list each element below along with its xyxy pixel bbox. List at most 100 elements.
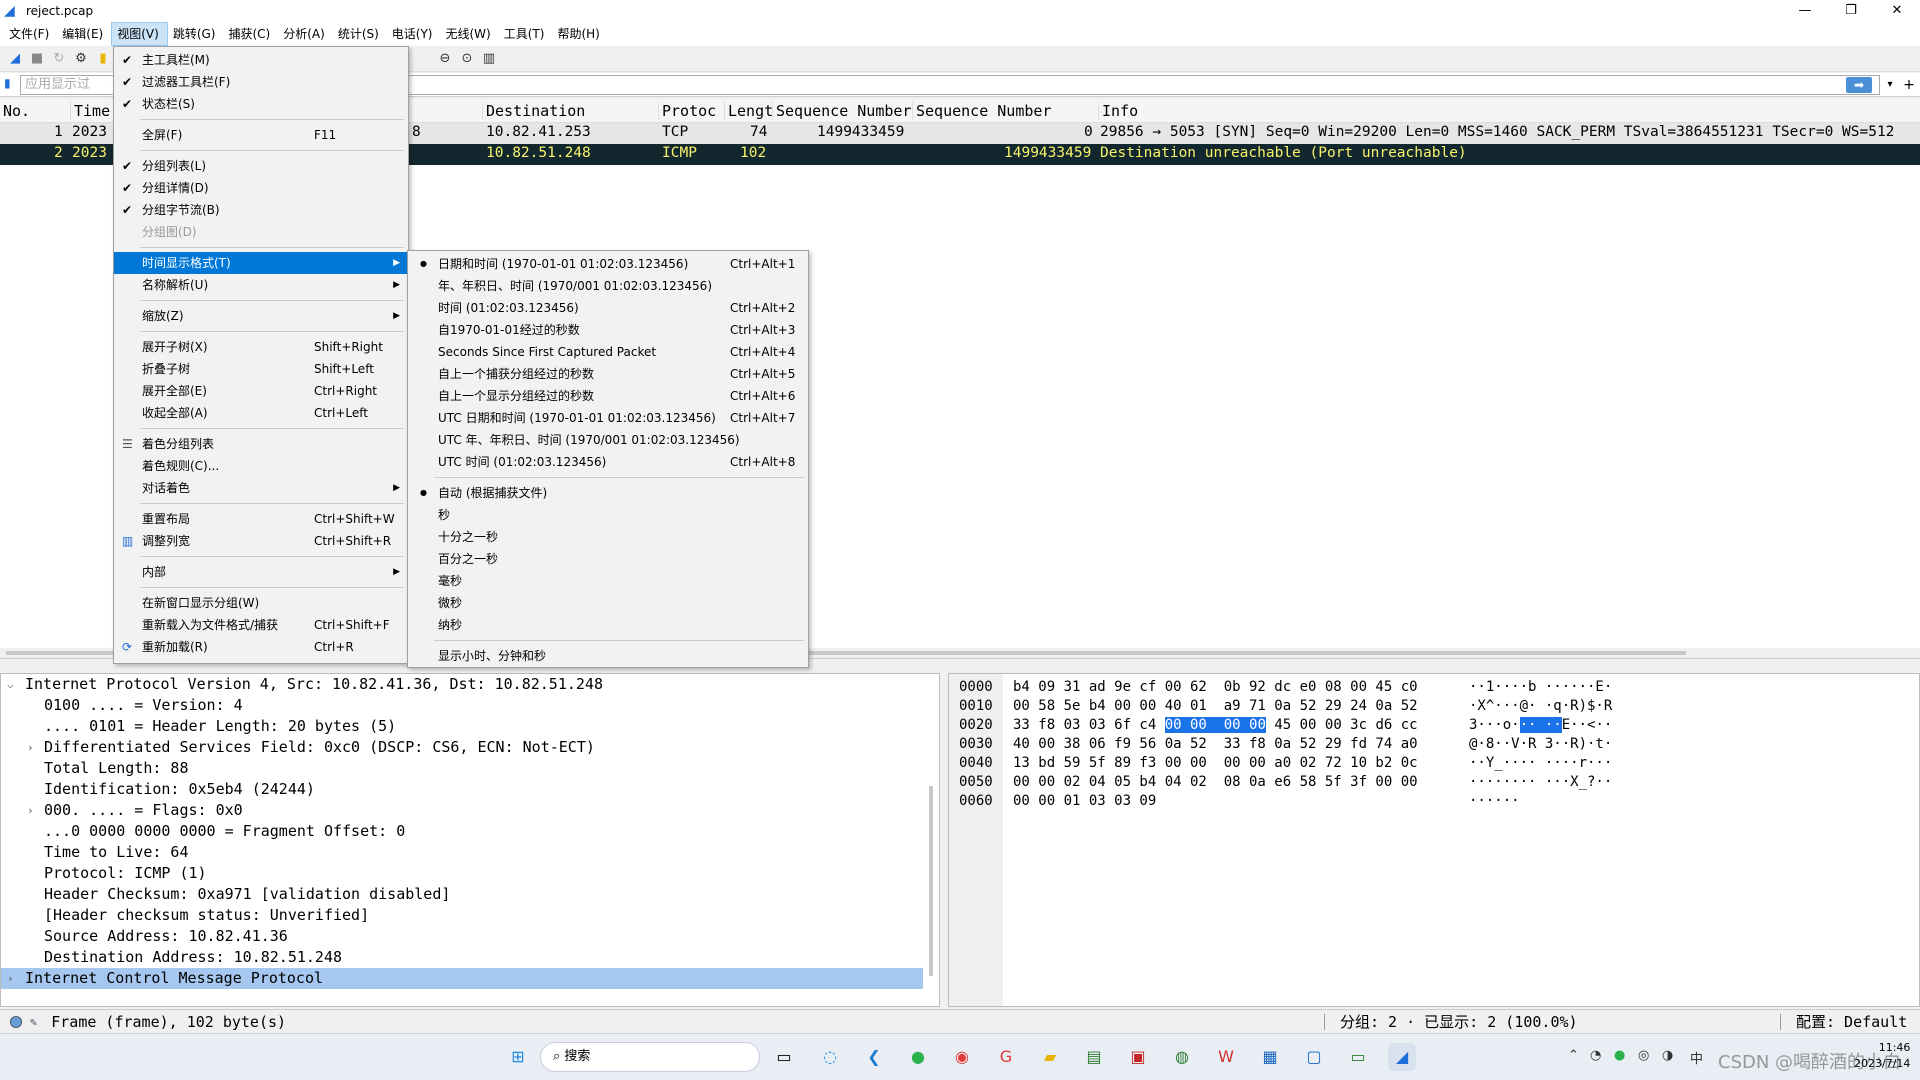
menu-item-colorize-conversation[interactable]: 对话着色 ▶ xyxy=(114,477,408,499)
edit-comment-icon[interactable]: ✎ xyxy=(30,1015,37,1029)
file-explorer-icon[interactable]: ▰ xyxy=(1036,1043,1064,1071)
vscode-icon[interactable]: ❮ xyxy=(860,1043,888,1071)
col-info[interactable]: Info xyxy=(1098,102,1920,120)
menu-item-coloring-rules[interactable]: 着色规则(C)... xyxy=(114,455,408,477)
byte-row[interactable]: 0000 b4 09 31 ad 9e cf 00 62 0b 92 dc e0 … xyxy=(949,678,1919,697)
terminal-icon[interactable]: ▣ xyxy=(1124,1043,1152,1071)
notepad-icon[interactable]: ▤ xyxy=(1080,1043,1108,1071)
menu-item-packet-details[interactable]: ✔ 分组详情(D) xyxy=(114,177,408,199)
tf-item-precision-microseconds[interactable]: 微秒 xyxy=(408,592,808,614)
details-vscroll[interactable] xyxy=(929,786,933,976)
minimize-icon[interactable]: — xyxy=(1782,0,1828,22)
menu-item-fullscreen[interactable]: 全屏(F) F11 xyxy=(114,124,408,146)
menu-item-expand-all[interactable]: 展开全部(E) Ctrl+Right xyxy=(114,380,408,402)
tray-wechat-icon[interactable]: ● xyxy=(1614,1048,1625,1063)
menu-file[interactable]: 文件(F) xyxy=(4,22,57,46)
menu-view[interactable]: 视图(V) xyxy=(111,22,168,46)
wechat-icon[interactable]: ● xyxy=(904,1043,932,1071)
menu-item-collapse-all[interactable]: 收起全部(A) Ctrl+Left xyxy=(114,402,408,424)
tf-item-epoch-seconds[interactable]: 自1970-01-01经过的秒数 Ctrl+Alt+3 xyxy=(408,319,808,341)
byte-row[interactable]: 0030 40 00 38 06 f9 56 0a 52 33 f8 0a 52 … xyxy=(949,735,1919,754)
tree-leaf[interactable]: Destination Address: 10.82.51.248 xyxy=(1,947,939,968)
tree-leaf[interactable]: Header Checksum: 0xa971 [validation disa… xyxy=(1,884,939,905)
restart-capture-icon[interactable]: ↻ xyxy=(48,48,70,70)
add-filter-button-icon[interactable]: + xyxy=(1898,77,1920,93)
tf-item-utc-time[interactable]: UTC 时间 (01:02:03.123456) Ctrl+Alt+8 xyxy=(408,451,808,473)
menu-item-status-bar[interactable]: ✔ 状态栏(S) xyxy=(114,93,408,115)
tree-leaf[interactable]: .... 0101 = Header Length: 20 bytes (5) xyxy=(1,716,939,737)
collapse-chevron-icon[interactable]: ⌵ xyxy=(7,674,14,695)
menu-wireless[interactable]: 无线(W) xyxy=(441,22,499,46)
menu-statistics[interactable]: 统计(S) xyxy=(333,22,387,46)
wps-icon[interactable]: W xyxy=(1212,1043,1240,1071)
tree-leaf[interactable]: 0100 .... = Version: 4 xyxy=(1,695,939,716)
byte-row[interactable]: 0020 33 f8 03 03 6f c4 00 00 00 00 45 00 … xyxy=(949,716,1919,735)
network-app-icon[interactable]: ◍ xyxy=(1168,1043,1196,1071)
start-capture-icon[interactable]: ◢ xyxy=(4,48,26,70)
menu-item-main-toolbar[interactable]: ✔ 主工具栏(M) xyxy=(114,49,408,71)
menu-analyze[interactable]: 分析(A) xyxy=(278,22,333,46)
col-seq1[interactable]: Sequence Number xyxy=(772,102,912,120)
taskbar-clock[interactable]: 11:46 2023/7/14 xyxy=(1854,1040,1910,1072)
menu-item-collapse-subtrees[interactable]: 折叠子树 Shift+Left xyxy=(114,358,408,380)
resize-columns-icon[interactable]: ▥ xyxy=(478,48,500,70)
ime-icon[interactable]: 中 xyxy=(1690,1048,1703,1067)
tf-item-precision-milliseconds[interactable]: 毫秒 xyxy=(408,570,808,592)
col-seq2[interactable]: Sequence Number xyxy=(912,102,1098,120)
menu-item-time-display-format[interactable]: 时间显示格式(T) ▶ xyxy=(114,252,408,274)
menu-item-filter-toolbar[interactable]: ✔ 过滤器工具栏(F) xyxy=(114,71,408,93)
tf-item-precision-centiseconds[interactable]: 百分之一秒 xyxy=(408,548,808,570)
stop-capture-icon[interactable]: ■ xyxy=(26,48,48,70)
tf-item-utc-date-time[interactable]: UTC 日期和时间 (1970-01-01 01:02:03.123456) Ct… xyxy=(408,407,808,429)
menu-item-expand-subtrees[interactable]: 展开子树(X) Shift+Right xyxy=(114,336,408,358)
tf-item-since-first[interactable]: Seconds Since First Captured Packet Ctrl+… xyxy=(408,341,808,363)
menu-item-resize-columns[interactable]: ▥ 调整列宽 Ctrl+Shift+R xyxy=(114,530,408,552)
menu-item-reload-as-file-format[interactable]: 重新载入为文件格式/捕获 Ctrl+Shift+F xyxy=(114,614,408,636)
docs-icon[interactable]: ▦ xyxy=(1256,1043,1284,1071)
tf-item-precision-deciseconds[interactable]: 十分之一秒 xyxy=(408,526,808,548)
tree-leaf[interactable]: [Header checksum status: Unverified] xyxy=(1,905,939,926)
tree-leaf[interactable]: Time to Live: 64 xyxy=(1,842,939,863)
bookmark-icon[interactable]: ▮ xyxy=(4,76,18,94)
tree-leaf[interactable]: ...0 0000 0000 0000 = Fragment Offset: 0 xyxy=(1,821,939,842)
menu-go[interactable]: 跳转(G) xyxy=(168,22,224,46)
expert-info-icon[interactable] xyxy=(10,1015,22,1028)
capture-options-icon[interactable]: ⚙ xyxy=(70,48,92,70)
tray-chevron-icon[interactable]: ⌃ xyxy=(1568,1048,1579,1063)
tree-node-ipv4[interactable]: ⌵ Internet Protocol Version 4, Src: 10.82… xyxy=(1,674,939,695)
col-time[interactable]: Time xyxy=(70,102,114,120)
menu-help[interactable]: 帮助(H) xyxy=(552,22,607,46)
chrome-icon[interactable]: ◉ xyxy=(948,1043,976,1071)
menu-tools[interactable]: 工具(T) xyxy=(499,22,553,46)
menu-telephony[interactable]: 电话(Y) xyxy=(387,22,441,46)
apply-filter-arrow-icon[interactable]: ➡ xyxy=(1846,76,1872,93)
wireshark-taskbar-icon[interactable]: ◢ xyxy=(1388,1043,1416,1071)
tree-leaf[interactable]: Source Address: 10.82.41.36 xyxy=(1,926,939,947)
expand-chevron-icon[interactable]: › xyxy=(7,968,14,989)
open-file-icon[interactable]: ▮ xyxy=(92,48,114,70)
tf-item-show-hms[interactable]: 显示小时、分钟和秒 xyxy=(408,645,808,667)
tree-node-dsfield[interactable]: › Differentiated Services Field: 0xc0 (DS… xyxy=(1,737,939,758)
tree-node-icmp[interactable]: › Internet Control Message Protocol xyxy=(1,968,923,989)
app-tile-icon[interactable]: ▢ xyxy=(1300,1043,1328,1071)
byte-row[interactable]: 0050 00 00 02 04 05 b4 04 02 08 0a e6 58 … xyxy=(949,773,1919,792)
filter-dropdown-icon[interactable]: ▾ xyxy=(1882,79,1898,90)
menu-item-name-resolution[interactable]: 名称解析(U) ▶ xyxy=(114,274,408,296)
menu-item-reset-layout[interactable]: 重置布局 Ctrl+Shift+W xyxy=(114,508,408,530)
col-destination[interactable]: Destination xyxy=(482,102,658,120)
tree-leaf[interactable]: Identification: 0x5eb4 (24244) xyxy=(1,779,939,800)
windows-start-icon[interactable]: ⊞ xyxy=(504,1043,532,1071)
tree-leaf[interactable]: Total Length: 88 xyxy=(1,758,939,779)
tree-leaf[interactable]: Protocol: ICMP (1) xyxy=(1,863,939,884)
menu-item-internals[interactable]: 内部 ▶ xyxy=(114,561,408,583)
zoom-reset-icon[interactable]: ⊙ xyxy=(456,48,478,70)
zoom-out-icon[interactable]: ⊖ xyxy=(434,48,456,70)
tray-icon[interactable]: ◎ xyxy=(1638,1048,1649,1063)
menu-item-colorize-packet-list[interactable]: ☰ 着色分组列表 xyxy=(114,433,408,455)
edge-icon[interactable]: ◌ xyxy=(816,1043,844,1071)
menu-item-zoom[interactable]: 缩放(Z) ▶ xyxy=(114,305,408,327)
col-protocol[interactable]: Protoc xyxy=(658,102,724,120)
menu-capture[interactable]: 捕获(C) xyxy=(223,22,278,46)
tf-item-date-time[interactable]: ● 日期和时间 (1970-01-01 01:02:03.123456) Ctrl+… xyxy=(408,253,808,275)
tf-item-utc-year-doy-time[interactable]: UTC 年、年积日、时间 (1970/001 01:02:03.123456) xyxy=(408,429,808,451)
